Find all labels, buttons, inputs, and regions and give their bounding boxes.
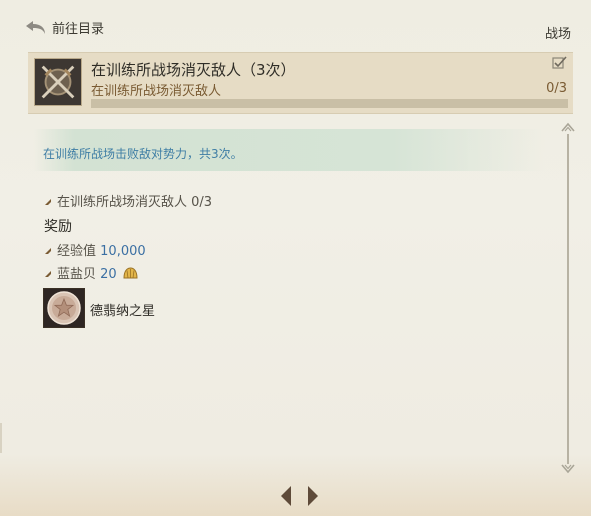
- quest-subtitle: 在训练所战场消灭敌人: [91, 84, 222, 99]
- quest-count: 0/3: [546, 81, 567, 96]
- currency-value: 20: [100, 267, 117, 282]
- next-page-arrow-icon[interactable]: [307, 485, 319, 507]
- scroll-down-arrow-icon[interactable]: [561, 464, 575, 474]
- exp-label: 经验值: [57, 244, 97, 259]
- reward-exp: 经验值 10,000: [45, 240, 146, 259]
- reward-item-name: 德翡纳之星: [90, 304, 156, 319]
- category-label: 战场: [544, 27, 571, 42]
- header-bar: 前往目录 战场: [0, 0, 591, 46]
- bullet-icon: [45, 199, 51, 205]
- star-medallion-icon: [44, 289, 84, 327]
- previous-page-arrow-icon[interactable]: [280, 485, 292, 507]
- bullet-icon: [45, 248, 51, 254]
- blue-salt-shell-icon: [123, 267, 138, 279]
- back-label: 前往目录: [52, 22, 105, 37]
- checkbox-checked-icon[interactable]: [552, 56, 567, 69]
- left-edge-decoration: [0, 423, 2, 453]
- objective-line: 在训练所战场消灭敌人 0/3: [45, 191, 212, 210]
- quest-description: 在训练所战场击败敌对势力，共3次。: [43, 147, 243, 161]
- crossed-swords-icon: [34, 58, 82, 106]
- objective-text: 在训练所战场消灭敌人 0/3: [57, 195, 213, 210]
- reward-currency: 蓝盐贝 20: [45, 263, 138, 282]
- exp-value: 10,000: [100, 244, 146, 259]
- quest-header: 在训练所战场消灭敌人（3次） 在训练所战场消灭敌人 0/3: [28, 52, 573, 114]
- return-arrow-icon: [26, 20, 45, 34]
- quest-description-box: 在训练所战场击败敌对势力，共3次。: [33, 129, 546, 171]
- bullet-icon: [45, 271, 51, 277]
- scrollbar-track[interactable]: [567, 134, 569, 464]
- quest-progress-bar: [91, 99, 568, 108]
- currency-label: 蓝盐贝: [57, 267, 97, 282]
- reward-item-slot[interactable]: [43, 288, 85, 328]
- rewards-heading: 奖励: [44, 219, 72, 235]
- back-to-catalog-button[interactable]: 前往目录: [24, 18, 104, 37]
- scroll-up-arrow-icon[interactable]: [561, 122, 575, 132]
- quest-title: 在训练所战场消灭敌人（3次）: [91, 61, 296, 79]
